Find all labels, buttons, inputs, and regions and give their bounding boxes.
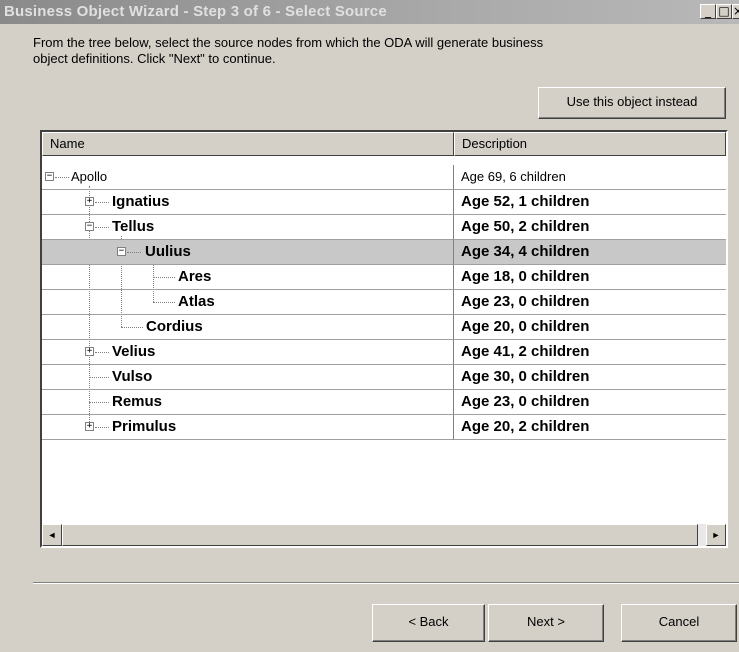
tree-line <box>95 427 109 428</box>
tree-line <box>127 252 141 253</box>
node-name: Tellus <box>112 218 155 235</box>
tree-row-remus[interactable]: Remus Age 23, 0 children <box>42 390 726 415</box>
name-cell: Remus <box>42 390 454 415</box>
name-cell: + Velius <box>42 340 454 365</box>
collapse-icon[interactable]: − <box>117 247 126 256</box>
collapse-icon[interactable]: − <box>85 222 94 231</box>
name-cell: + Ignatius <box>42 190 454 215</box>
description-cell: Age 69, 6 children <box>454 165 726 190</box>
column-header-name[interactable]: Name <box>42 132 454 156</box>
description-cell: Age 52, 1 children <box>454 190 726 215</box>
close-button[interactable]: × <box>732 4 739 19</box>
description-cell: Age 30, 0 children <box>454 365 726 390</box>
tree-row-atlas[interactable]: Atlas Age 23, 0 children <box>42 290 726 315</box>
expand-icon[interactable]: + <box>85 197 94 206</box>
name-cell: Cordius <box>42 315 454 340</box>
tree-row-ignatius[interactable]: + Ignatius Age 52, 1 children <box>42 190 726 215</box>
source-tree-grid: Name Description − Apollo Age 69, 6 chil… <box>40 130 728 548</box>
node-name: Ignatius <box>112 193 170 210</box>
instructions: From the tree below, select the source n… <box>33 35 553 67</box>
scroll-thumb[interactable] <box>62 524 698 546</box>
tree-row-tellus[interactable]: − Tellus Age 50, 2 children <box>42 215 726 240</box>
separator <box>33 582 739 584</box>
node-name: Vulso <box>112 368 153 385</box>
description-cell: Age 20, 2 children <box>454 415 726 440</box>
wizard-window: Business Object Wizard - Step 3 of 6 - S… <box>0 0 739 652</box>
description-cell: Age 18, 0 children <box>454 265 726 290</box>
name-cell: Ares <box>42 265 454 290</box>
tree-line <box>89 377 109 378</box>
node-name: Velius <box>112 343 156 360</box>
name-cell: − Apollo <box>42 165 454 190</box>
expand-icon[interactable]: + <box>85 422 94 431</box>
tree-row-velius[interactable]: + Velius Age 41, 2 children <box>42 340 726 365</box>
tree-line <box>89 402 109 403</box>
use-this-object-button[interactable]: Use this object instead <box>538 87 726 119</box>
minimize-button[interactable]: _ <box>700 4 716 19</box>
description-cell: Age 23, 0 children <box>454 390 726 415</box>
name-cell: Atlas <box>42 290 454 315</box>
horizontal-scrollbar[interactable]: ◄ ► <box>42 524 726 546</box>
node-name: Primulus <box>112 418 177 435</box>
node-name: Apollo <box>71 169 108 184</box>
tree-row-cordius[interactable]: Cordius Age 20, 0 children <box>42 315 726 340</box>
name-cell: + Primulus <box>42 415 454 440</box>
description-cell: Age 23, 0 children <box>454 290 726 315</box>
column-header-description[interactable]: Description <box>454 132 726 156</box>
scroll-right-icon[interactable]: ► <box>706 524 726 546</box>
tree-line <box>55 177 69 178</box>
name-cell: Vulso <box>42 365 454 390</box>
expand-icon[interactable]: + <box>85 347 94 356</box>
tree-line <box>153 277 175 278</box>
tree-row-primulus[interactable]: + Primulus Age 20, 2 children <box>42 415 726 440</box>
back-button[interactable]: < Back <box>372 604 485 642</box>
description-cell: Age 50, 2 children <box>454 215 726 240</box>
tree-line <box>95 227 109 228</box>
scroll-left-icon[interactable]: ◄ <box>42 524 62 546</box>
tree-line <box>95 352 109 353</box>
tree-line <box>95 202 109 203</box>
description-cell: Age 41, 2 children <box>454 340 726 365</box>
node-name: Cordius <box>146 318 203 335</box>
maximize-button[interactable]: □ <box>716 4 732 19</box>
node-name: Atlas <box>178 293 215 310</box>
window-title: Business Object Wizard - Step 3 of 6 - S… <box>4 3 387 20</box>
collapse-icon[interactable]: − <box>45 172 54 181</box>
cancel-button[interactable]: Cancel <box>621 604 737 642</box>
node-name: Ares <box>178 268 212 285</box>
tree-row-vulso[interactable]: Vulso Age 30, 0 children <box>42 365 726 390</box>
description-cell: Age 20, 0 children <box>454 315 726 340</box>
node-name: Uulius <box>145 243 191 260</box>
instructions-line-1: From the tree below, select the source n… <box>33 35 544 50</box>
tree-row-uulius[interactable]: − Uulius Age 34, 4 children <box>42 240 726 265</box>
tree-row-ares[interactable]: Ares Age 18, 0 children <box>42 265 726 290</box>
node-name: Remus <box>112 393 163 410</box>
instructions-line-2: object definitions. Click "Next" to cont… <box>33 51 276 66</box>
title-bar[interactable]: Business Object Wizard - Step 3 of 6 - S… <box>0 0 739 24</box>
next-button[interactable]: Next > <box>488 604 604 642</box>
name-cell: − Uulius <box>42 240 454 265</box>
tree-line <box>121 327 143 328</box>
name-cell: − Tellus <box>42 215 454 240</box>
tree-line <box>153 302 175 303</box>
tree-row-apollo[interactable]: − Apollo Age 69, 6 children <box>42 165 726 190</box>
description-cell: Age 34, 4 children <box>454 240 726 265</box>
